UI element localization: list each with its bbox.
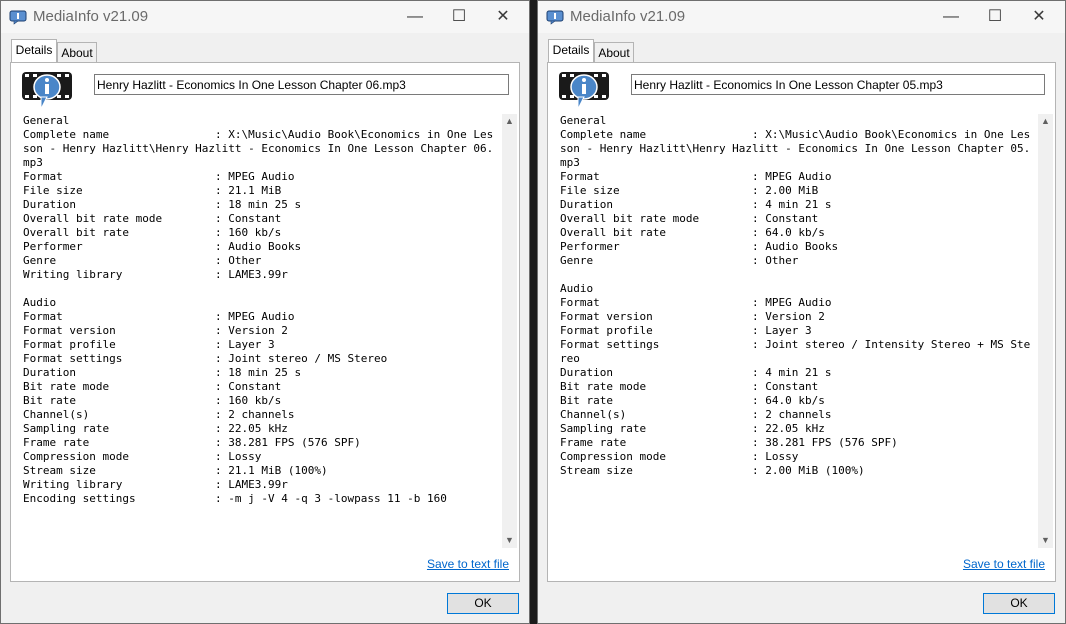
tab-about[interactable]: About (594, 42, 634, 62)
details-panel: General Complete name : X:\Music\Audio B… (10, 62, 520, 582)
vertical-scrollbar[interactable]: ▲ ▼ (502, 114, 517, 548)
media-info-content: General Complete name : X:\Music\Audio B… (560, 114, 1031, 477)
maximize-button[interactable]: ☐ (973, 1, 1017, 33)
mediainfo-window-right: MediaInfo v21.09 — ☐ ✕ Details About Gen… (537, 0, 1066, 624)
minimize-button[interactable]: — (929, 1, 973, 33)
tab-details[interactable]: Details (548, 39, 594, 62)
save-to-text-file-link[interactable]: Save to text file (963, 557, 1045, 571)
close-button[interactable]: ✕ (1017, 1, 1061, 33)
window-title: MediaInfo v21.09 (33, 8, 149, 25)
title-bar[interactable]: MediaInfo v21.09 — ☐ ✕ (1, 1, 529, 33)
media-info-text: General Complete name : X:\Music\Audio B… (560, 114, 1033, 544)
scroll-down-arrow-icon[interactable]: ▼ (1038, 533, 1053, 548)
ok-button[interactable]: OK (447, 593, 519, 614)
scroll-up-arrow-icon[interactable]: ▲ (1038, 114, 1053, 129)
save-to-text-file-link[interactable]: Save to text file (427, 557, 509, 571)
tab-details[interactable]: Details (11, 39, 57, 62)
tab-about[interactable]: About (57, 42, 97, 62)
media-info-text: General Complete name : X:\Music\Audio B… (23, 114, 497, 544)
scroll-down-arrow-icon[interactable]: ▼ (502, 533, 517, 548)
mediainfo-window-left: MediaInfo v21.09 — ☐ ✕ Details About Gen… (0, 0, 530, 624)
window-title: MediaInfo v21.09 (570, 8, 686, 25)
ok-button[interactable]: OK (983, 593, 1055, 614)
mediainfo-logo-icon (559, 72, 609, 110)
vertical-scrollbar[interactable]: ▲ ▼ (1038, 114, 1053, 548)
media-info-content: General Complete name : X:\Music\Audio B… (23, 114, 494, 505)
scroll-up-arrow-icon[interactable]: ▲ (502, 114, 517, 129)
file-name-field[interactable] (94, 74, 509, 95)
title-bar[interactable]: MediaInfo v21.09 — ☐ ✕ (538, 1, 1065, 33)
mediainfo-app-icon (546, 10, 564, 25)
file-name-field[interactable] (631, 74, 1045, 95)
mediainfo-logo-icon (22, 72, 72, 110)
details-panel: General Complete name : X:\Music\Audio B… (547, 62, 1056, 582)
maximize-button[interactable]: ☐ (437, 1, 481, 33)
minimize-button[interactable]: — (393, 1, 437, 33)
close-button[interactable]: ✕ (481, 1, 525, 33)
mediainfo-app-icon (9, 10, 27, 25)
